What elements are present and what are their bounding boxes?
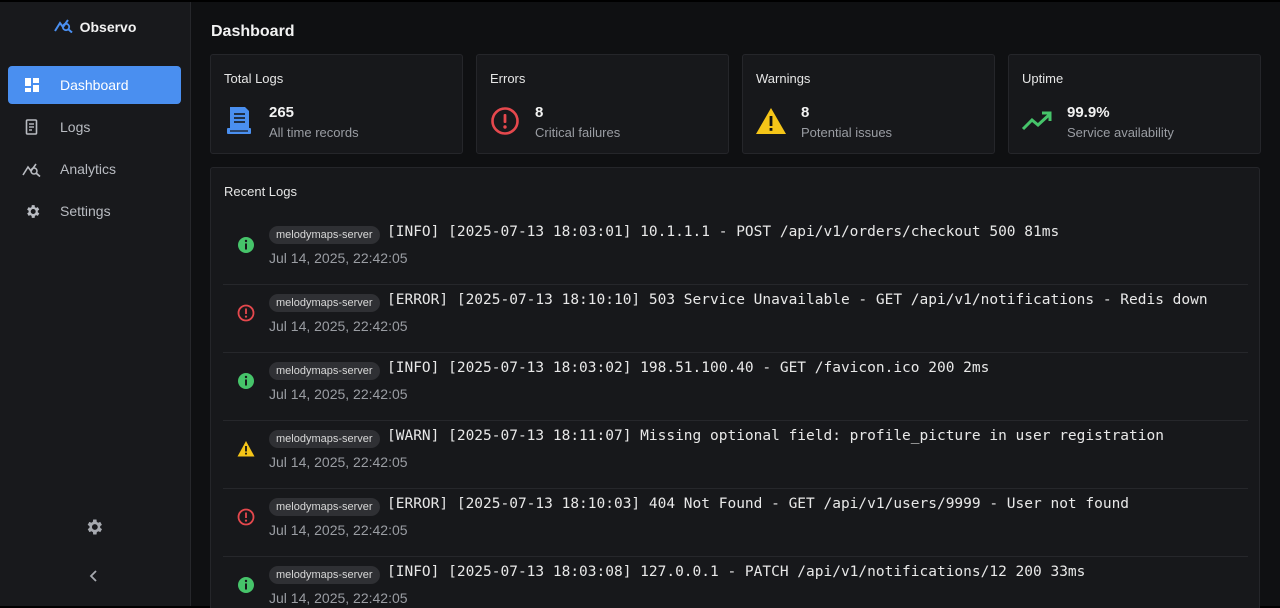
stat-title: Warnings <box>756 71 811 86</box>
log-message: [ERROR] [2025-07-13 18:10:03] 404 Not Fo… <box>387 496 1130 512</box>
info-icon <box>238 577 254 593</box>
log-timestamp: Jul 14, 2025, 22:42:05 <box>269 318 408 334</box>
log-message: [ERROR] [2025-07-13 18:10:10] 503 Servic… <box>387 292 1208 308</box>
log-timestamp: Jul 14, 2025, 22:42:05 <box>269 386 408 402</box>
error-circle-icon <box>237 304 255 322</box>
log-row[interactable]: melodymaps-server [INFO] [2025-07-13 18:… <box>223 217 1248 285</box>
stat-value: 8 <box>535 104 544 121</box>
stat-card-errors: Errors 8 Critical failures <box>476 54 729 154</box>
sidebar-item-label: Logs <box>60 119 91 135</box>
log-message: [INFO] [2025-07-13 18:03:02] 198.51.100.… <box>387 360 990 376</box>
log-row[interactable]: melodymaps-server [ERROR] [2025-07-13 18… <box>223 285 1248 353</box>
sidebar-item-logs[interactable]: Logs <box>8 108 181 146</box>
app-name: Observo <box>79 19 137 35</box>
settings-icon <box>8 203 60 220</box>
gear-icon <box>87 519 102 535</box>
source-badge: melodymaps-server <box>269 498 380 516</box>
info-icon <box>238 373 254 389</box>
stat-value: 99.9% <box>1067 104 1110 121</box>
sidebar: Observo Dashboard Logs Analytics Setting… <box>0 2 191 606</box>
chevron-left-icon <box>89 570 97 582</box>
stat-title: Uptime <box>1022 71 1064 86</box>
sidebar-nav: Dashboard Logs Analytics Settings <box>8 66 181 234</box>
warning-triangle-icon <box>237 441 255 457</box>
stat-title: Total Logs <box>224 71 284 86</box>
sidebar-settings-button[interactable] <box>84 517 104 537</box>
log-message: [WARN] [2025-07-13 18:11:07] Missing opt… <box>387 428 1164 444</box>
stat-card-total-logs: Total Logs 265 All time records <box>210 54 463 154</box>
page-title: Dashboard <box>211 23 295 40</box>
main-content: Dashboard Total Logs 265 All time record… <box>191 2 1280 608</box>
sidebar-item-label: Analytics <box>60 161 117 177</box>
recent-logs-panel: Recent Logs melodymaps-server [INFO] [20… <box>210 167 1260 608</box>
source-badge: melodymaps-server <box>269 362 380 380</box>
error-circle-icon <box>489 105 521 137</box>
source-badge: melodymaps-server <box>269 294 380 312</box>
source-badge: melodymaps-server <box>269 566 380 584</box>
sidebar-item-analytics[interactable]: Analytics <box>8 150 181 188</box>
logs-icon <box>8 119 60 135</box>
stat-subtitle: Service availability <box>1067 125 1174 140</box>
log-row[interactable]: melodymaps-server [INFO] [2025-07-13 18:… <box>223 557 1248 608</box>
trending-up-icon <box>1021 105 1053 137</box>
sidebar-item-settings[interactable]: Settings <box>8 192 181 230</box>
log-timestamp: Jul 14, 2025, 22:42:05 <box>269 590 408 606</box>
brand[interactable]: Observo <box>0 2 190 52</box>
info-icon <box>238 237 254 253</box>
error-circle-icon <box>237 508 255 526</box>
analytics-icon <box>8 161 60 177</box>
stat-card-uptime: Uptime 99.9% Service availability <box>1008 54 1261 154</box>
stat-title: Errors <box>490 71 526 86</box>
document-icon <box>223 105 255 137</box>
logo-icon <box>53 17 74 38</box>
log-timestamp: Jul 14, 2025, 22:42:05 <box>269 454 408 470</box>
dashboard-icon <box>8 77 60 93</box>
stat-value: 265 <box>269 104 295 121</box>
source-badge: melodymaps-server <box>269 430 380 448</box>
stat-subtitle: Potential issues <box>801 125 893 140</box>
stat-value: 8 <box>801 104 810 121</box>
sidebar-item-dashboard[interactable]: Dashboard <box>8 66 181 104</box>
stat-subtitle: All time records <box>269 125 359 140</box>
log-message: [INFO] [2025-07-13 18:03:01] 10.1.1.1 - … <box>387 224 1060 240</box>
log-timestamp: Jul 14, 2025, 22:42:05 <box>269 522 408 538</box>
sidebar-collapse-button[interactable] <box>86 568 102 584</box>
log-message: [INFO] [2025-07-13 18:03:08] 127.0.0.1 -… <box>387 564 1086 580</box>
recent-logs-title: Recent Logs <box>224 184 297 199</box>
log-timestamp: Jul 14, 2025, 22:42:05 <box>269 250 408 266</box>
stat-card-warnings: Warnings 8 Potential issues <box>742 54 995 154</box>
sidebar-item-label: Settings <box>60 203 111 219</box>
sidebar-item-label: Dashboard <box>60 77 129 93</box>
stat-subtitle: Critical failures <box>535 125 621 140</box>
log-row[interactable]: melodymaps-server [INFO] [2025-07-13 18:… <box>223 353 1248 421</box>
log-row[interactable]: melodymaps-server [WARN] [2025-07-13 18:… <box>223 421 1248 489</box>
source-badge: melodymaps-server <box>269 226 380 244</box>
app-window: Observo Dashboard Logs Analytics Setting… <box>0 2 1280 608</box>
log-row[interactable]: melodymaps-server [ERROR] [2025-07-13 18… <box>223 489 1248 557</box>
warning-triangle-icon <box>755 105 787 137</box>
